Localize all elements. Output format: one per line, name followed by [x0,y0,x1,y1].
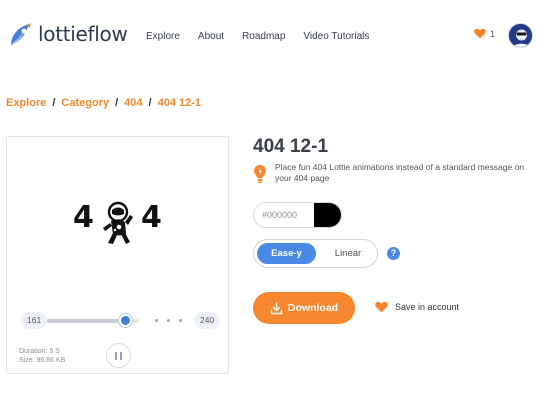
frame-start-badge: 161 [21,312,48,329]
save-in-account-button[interactable]: Save in account [375,301,459,313]
nav-explore[interactable]: Explore [146,31,180,42]
timeline-dot [179,319,182,322]
brand-logo[interactable]: lottieflow [7,20,128,48]
usage-tip: Place fun 404 Lottie animations instead … [253,162,533,184]
help-icon[interactable]: ? [387,247,400,260]
timeline-thumb[interactable] [118,314,132,327]
duration-text: Duration: 5 S [19,348,60,355]
brand-name: lottieflow [38,22,128,46]
breadcrumb-category[interactable]: Category [61,97,109,109]
breadcrumb-separator: / [115,97,119,109]
lightbulb-icon [254,165,266,184]
pause-button[interactable] [106,343,131,368]
page-title: 404 12-1 [253,136,329,157]
breadcrumb-separator: / [52,97,56,109]
astronaut-404-animation[interactable]: 4 4 [73,191,165,247]
breadcrumb-explore[interactable]: Explore [6,97,46,109]
svg-text:4: 4 [73,200,94,235]
likes-count: 1 [490,28,496,39]
timeline-dot [167,319,170,322]
top-header: lottieflow Explore About Roadmap Video T… [0,0,550,72]
frame-end-badge: 240 [194,312,221,329]
rocket-logo-icon [10,23,31,46]
easing-option-linear[interactable]: Linear [326,243,370,264]
tip-text: Place fun 404 Lottie animations instead … [275,162,525,183]
breadcrumb: Explore / Category / 404 / 404 12-1 [6,97,201,109]
nav-video-tutorials[interactable]: Video Tutorials [303,31,369,42]
color-picker[interactable]: #000000 [253,202,342,228]
main-nav: Explore About Roadmap Video Tutorials [146,31,387,42]
easing-option-ease-y[interactable]: Ease-y [257,243,316,264]
file-size-text: Size: 96.86 KB [19,357,66,364]
avatar-image [509,24,532,47]
download-button[interactable]: Download [253,292,355,324]
breadcrumb-current[interactable]: 404 12-1 [158,97,201,109]
save-in-account-label: Save in account [395,302,460,312]
nav-about[interactable]: About [198,31,224,42]
timeline-remaining-dots [155,319,191,322]
heart-icon [474,28,486,39]
timeline-dot [155,319,158,322]
download-label: Download [287,302,339,314]
color-swatch[interactable] [314,203,341,227]
color-hex-input[interactable]: #000000 [262,210,297,220]
likes-counter[interactable]: 1 [474,28,495,39]
animation-preview-card: 4 4 161 240 Duration: 5 S Size: 96.86 KB [6,136,229,374]
easing-toggle: Ease-y Linear [253,239,378,268]
download-icon [270,301,283,314]
breadcrumb-404[interactable]: 404 [124,97,142,109]
nav-roadmap[interactable]: Roadmap [242,31,285,42]
animation-meta: Duration: 5 S Size: 96.86 KB [19,347,65,365]
svg-text:4: 4 [141,200,162,235]
breadcrumb-separator: / [148,97,152,109]
user-avatar[interactable] [508,23,533,48]
pause-icon [114,351,124,360]
heart-icon [375,301,388,313]
